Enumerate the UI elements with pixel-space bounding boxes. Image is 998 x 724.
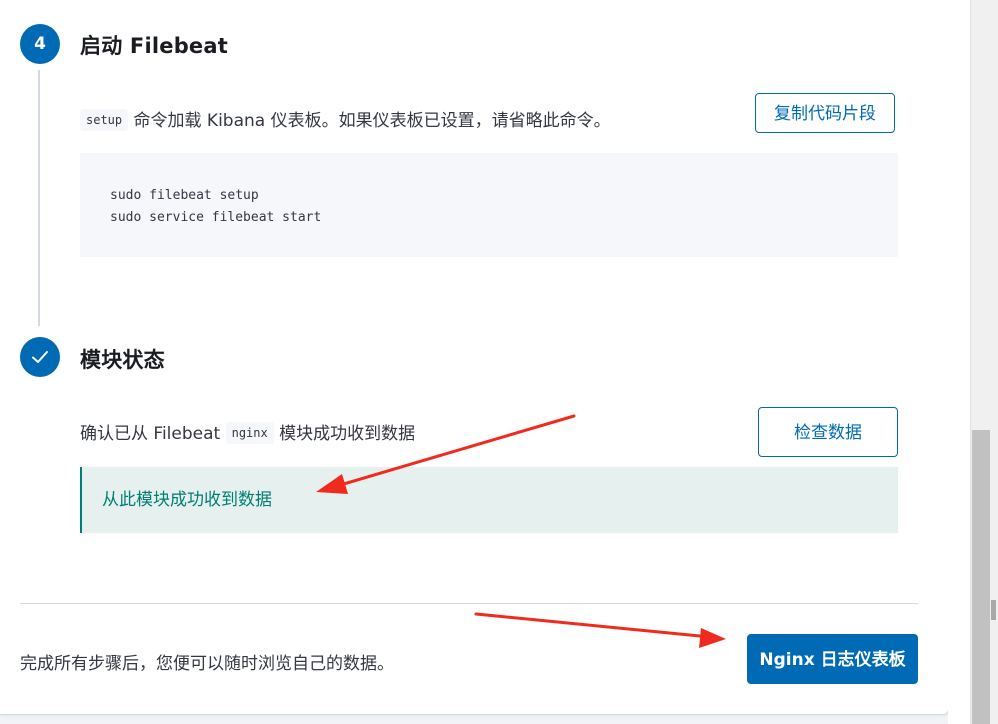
- setup-instructions-page: 4 启动 Filebeat setup 命令加载 Kibana 仪表板。如果仪表…: [0, 0, 998, 724]
- step-connector-line: [38, 70, 40, 326]
- module-status-suffix: 模块成功收到数据: [279, 424, 416, 444]
- code-block[interactable]: sudo filebeat setup sudo service filebea…: [80, 153, 898, 257]
- check-icon: [32, 351, 48, 363]
- setup-description-text: 命令加载 Kibana 仪表板。如果仪表板已设置，请省略此命令。: [133, 111, 611, 131]
- step-description-module-status: 确认已从 Filebeat nginx 模块成功收到数据: [80, 419, 415, 444]
- footer-text: 完成所有步骤后，您便可以随时浏览自己的数据。: [20, 654, 394, 674]
- scrollbar-thumb[interactable]: [972, 430, 990, 724]
- success-callout: 从此模块成功收到数据: [80, 467, 898, 533]
- step-complete-badge: [20, 337, 60, 377]
- step-description-setup: setup 命令加载 Kibana 仪表板。如果仪表板已设置，请省略此命令。: [80, 106, 611, 131]
- step-title-start-filebeat: 启动 Filebeat: [80, 34, 228, 58]
- check-data-button[interactable]: 检查数据: [758, 407, 898, 457]
- module-status-prefix: 确认已从 Filebeat: [80, 424, 221, 444]
- footer-divider: [20, 603, 918, 604]
- nginx-dashboard-button[interactable]: Nginx 日志仪表板: [747, 634, 918, 684]
- scrollbar-edge: [991, 600, 996, 620]
- step-title-module-status: 模块状态: [80, 348, 165, 372]
- page-gutter: [948, 0, 970, 724]
- copy-snippet-button[interactable]: 复制代码片段: [755, 93, 895, 133]
- inline-code-setup: setup: [80, 109, 129, 131]
- code-line: sudo filebeat setup: [110, 188, 259, 203]
- step-number-badge: 4: [20, 24, 60, 64]
- inline-code-nginx: nginx: [225, 422, 274, 444]
- code-line: sudo service filebeat start: [110, 210, 322, 225]
